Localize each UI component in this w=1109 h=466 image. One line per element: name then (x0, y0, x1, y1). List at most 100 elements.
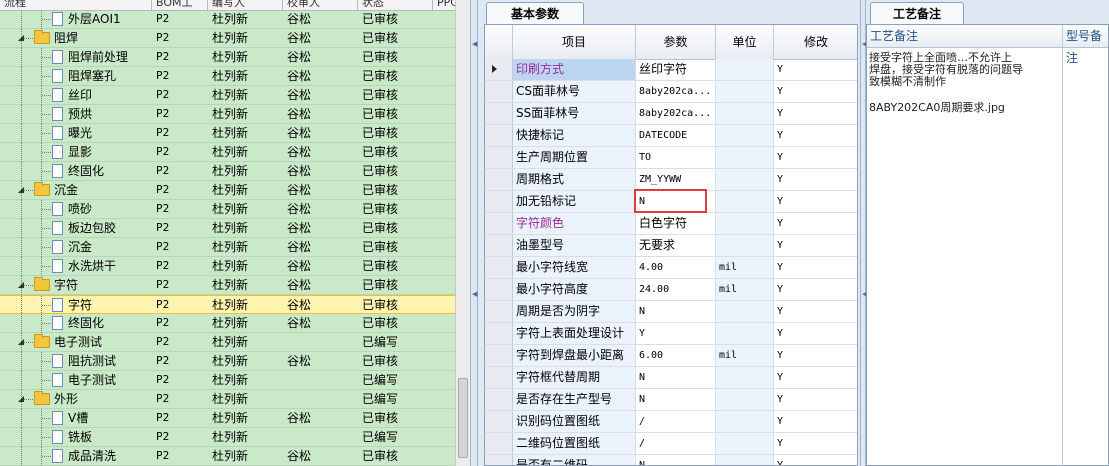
row-indicator[interactable] (485, 103, 513, 124)
tree-folder-row[interactable]: ◢ 外形 P2 杜列新 已编写 (0, 390, 455, 409)
tree-row[interactable]: 外层AOI1 P2 杜列新 谷松 已审核 (0, 10, 455, 29)
param-value-cell[interactable]: / (636, 411, 716, 432)
param-value-cell[interactable]: 6.00 (636, 345, 716, 366)
param-modify-cell[interactable]: Y (774, 301, 857, 322)
header-process-note[interactable]: 工艺备注 (867, 25, 1063, 47)
tree-scrollbar[interactable] (455, 0, 470, 466)
tree-row[interactable]: 水洗烘干 P2 杜列新 谷松 已审核 (0, 257, 455, 276)
param-row[interactable]: 最小字符线宽 4.00 mil Y (485, 257, 857, 279)
row-indicator[interactable] (485, 147, 513, 168)
row-indicator[interactable] (485, 323, 513, 344)
param-value-cell[interactable]: 4.00 (636, 257, 716, 278)
param-value-cell[interactable]: 24.00 (636, 279, 716, 300)
tab-process-notes[interactable]: 工艺备注 (870, 2, 964, 24)
param-row[interactable]: 快捷标记 DATECODE Y (485, 125, 857, 147)
row-indicator[interactable] (485, 455, 513, 465)
param-modify-cell[interactable]: Y (774, 191, 857, 212)
param-modify-cell[interactable]: Y (774, 257, 857, 278)
tree-row[interactable]: 预烘 P2 杜列新 谷松 已审核 (0, 105, 455, 124)
header-bom[interactable]: BOM工 (152, 0, 208, 10)
header-author[interactable]: 编写人 (208, 0, 283, 10)
attachment-file-link[interactable]: 8ABY202CA0周期要求.jpg (869, 102, 1047, 114)
param-modify-cell[interactable]: Y (774, 125, 857, 146)
tree-folder-row[interactable]: ◢ 沉金 P2 杜列新 谷松 已审核 (0, 181, 455, 200)
tree-row[interactable]: 丝印 P2 杜列新 谷松 已审核 (0, 86, 455, 105)
tree-row[interactable]: 终固化 P2 杜列新 谷松 已审核 (0, 314, 455, 333)
row-indicator[interactable] (485, 411, 513, 432)
tree-row[interactable]: 阻抗测试 P2 杜列新 谷松 已审核 (0, 352, 455, 371)
param-modify-cell[interactable]: Y (774, 455, 857, 465)
param-modify-cell[interactable]: Y (774, 345, 857, 366)
param-value-cell[interactable]: 丝印字符 (636, 59, 716, 80)
param-modify-cell[interactable]: Y (774, 81, 857, 102)
row-indicator[interactable] (485, 169, 513, 190)
param-modify-cell[interactable]: Y (774, 389, 857, 410)
tree-folder-row[interactable]: ◢ 字符 P2 杜列新 谷松 已审核 (0, 276, 455, 295)
param-row[interactable]: 是否有二维码 N Y (485, 455, 857, 465)
row-indicator[interactable] (485, 367, 513, 388)
tree-row[interactable]: 字符 P2 杜列新 谷松 已审核 (0, 295, 455, 315)
tree-row[interactable]: 显影 P2 杜列新 谷松 已审核 (0, 143, 455, 162)
left-splitter[interactable]: ◀ ◀ (470, 0, 478, 466)
param-row[interactable]: CS面菲林号 8aby202ca... Y (485, 81, 857, 103)
param-modify-cell[interactable]: Y (774, 235, 857, 256)
row-indicator[interactable] (485, 279, 513, 300)
param-row[interactable]: 识别码位置图纸 / Y (485, 411, 857, 433)
param-value-cell[interactable]: 8aby202ca... (636, 103, 716, 124)
param-row[interactable]: 字符框代替周期 N Y (485, 367, 857, 389)
param-modify-cell[interactable]: Y (774, 147, 857, 168)
param-value-cell[interactable]: TO (636, 147, 716, 168)
header-status[interactable]: 状态 (358, 0, 433, 10)
param-modify-cell[interactable]: Y (774, 169, 857, 190)
header-param[interactable]: 参数 (636, 25, 716, 59)
param-modify-cell[interactable]: Y (774, 433, 857, 454)
header-unit[interactable]: 单位 (716, 25, 774, 59)
row-indicator[interactable] (485, 213, 513, 234)
header-model-note[interactable]: 型号备注 (1063, 25, 1108, 65)
tree-row[interactable]: 终固化 P2 杜列新 谷松 已审核 (0, 162, 455, 181)
param-row[interactable]: 周期格式 ZM_YYWW Y (485, 169, 857, 191)
tree-row[interactable]: 成品清洗 P2 杜列新 谷松 已审核 (0, 447, 455, 466)
tree-row[interactable]: V槽 P2 杜列新 谷松 已审核 (0, 409, 455, 428)
param-value-cell[interactable]: 白色字符 (636, 213, 716, 234)
collapse-arrow-icon[interactable]: ◢ (17, 186, 25, 194)
header-item[interactable]: 项目 (513, 25, 636, 59)
param-row[interactable]: 周期是否为阴字 N Y (485, 301, 857, 323)
row-indicator[interactable] (485, 191, 513, 212)
tab-basic-params[interactable]: 基本参数 (486, 2, 584, 24)
param-modify-cell[interactable]: Y (774, 103, 857, 124)
tree-row[interactable]: 阻焊前处理 P2 杜列新 谷松 已审核 (0, 48, 455, 67)
header-process[interactable]: 流程 (0, 0, 152, 10)
param-row[interactable]: 印刷方式 丝印字符 Y (485, 59, 857, 81)
grid-corner[interactable] (485, 25, 513, 59)
param-modify-cell[interactable]: Y (774, 323, 857, 344)
param-row[interactable]: 油墨型号 无要求 Y (485, 235, 857, 257)
param-row[interactable]: 字符到焊盘最小距离 6.00 mil Y (485, 345, 857, 367)
param-value-cell[interactable]: Y (636, 323, 716, 344)
param-modify-cell[interactable]: Y (774, 411, 857, 432)
param-value-cell[interactable]: / (636, 433, 716, 454)
param-modify-cell[interactable]: Y (774, 213, 857, 234)
param-row[interactable]: 字符颜色 白色字符 Y (485, 213, 857, 235)
param-value-cell[interactable]: N (636, 367, 716, 388)
param-value-cell[interactable]: N (636, 389, 716, 410)
param-value-cell[interactable]: ZM_YYWW (636, 169, 716, 190)
row-indicator[interactable] (485, 301, 513, 322)
row-indicator[interactable] (485, 59, 513, 80)
collapse-arrow-icon[interactable]: ◢ (17, 338, 25, 346)
param-row[interactable]: 生产周期位置 TO Y (485, 147, 857, 169)
param-row[interactable]: 是否存在生产型号 N Y (485, 389, 857, 411)
process-note-cell[interactable]: 接受字符上全面喷…不允许上 焊盘，接受字符有脱落的问题导 致模糊不清制作 8AB… (867, 48, 1063, 466)
param-value-cell[interactable]: 8aby202ca... (636, 81, 716, 102)
param-modify-cell[interactable]: Y (774, 279, 857, 300)
tree-row[interactable]: 板边包胶 P2 杜列新 谷松 已审核 (0, 219, 455, 238)
row-indicator[interactable] (485, 257, 513, 278)
param-value-cell[interactable]: N (636, 455, 716, 465)
param-row[interactable]: 最小字符高度 24.00 mil Y (485, 279, 857, 301)
param-row[interactable]: 字符上表面处理设计 Y Y (485, 323, 857, 345)
tree-row[interactable]: 曝光 P2 杜列新 谷松 已审核 (0, 124, 455, 143)
collapse-arrow-icon[interactable]: ◢ (17, 281, 25, 289)
row-indicator[interactable] (485, 235, 513, 256)
header-modify[interactable]: 修改 (774, 25, 857, 59)
tree-scrollbar-thumb[interactable] (458, 378, 468, 458)
